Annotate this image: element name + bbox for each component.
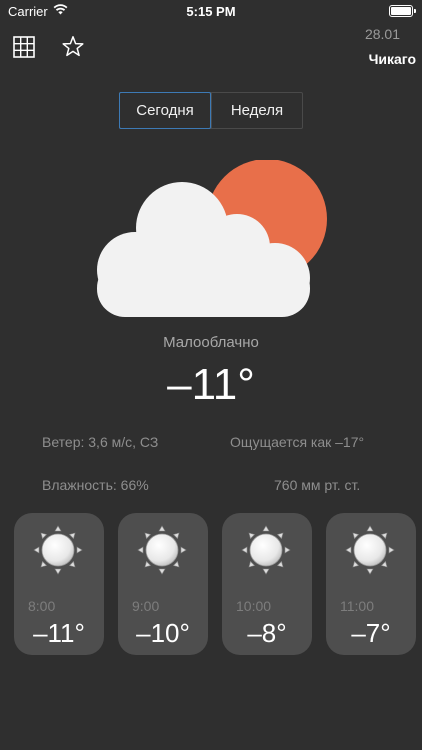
hourly-time: 10:00 [236, 598, 272, 614]
hourly-card[interactable]: 8:00 –11° [14, 513, 104, 655]
pressure-info: 760 мм рт. ст. [274, 477, 361, 493]
hourly-card[interactable]: 11:00 –7° [326, 513, 416, 655]
clock: 5:15 PM [186, 4, 236, 19]
hourly-card[interactable]: 9:00 –10° [118, 513, 208, 655]
hourly-time: 9:00 [132, 598, 160, 614]
battery-icon [389, 5, 416, 17]
tab-today[interactable]: Сегодня [119, 92, 211, 129]
partly-cloudy-icon [97, 160, 327, 317]
condition-text: Малооблачно [163, 334, 259, 351]
sun-icon [241, 525, 291, 575]
sun-icon [137, 525, 187, 575]
humidity-info: Влажность: 66% [42, 477, 149, 493]
period-segmented-control: Сегодня Неделя [119, 92, 303, 129]
star-icon[interactable] [61, 35, 85, 59]
date-label: 28.01 [364, 26, 400, 42]
hourly-time: 8:00 [28, 598, 56, 614]
hourly-card[interactable]: 10:00 –8° [222, 513, 312, 655]
grid-icon[interactable] [13, 36, 35, 58]
hourly-temperature: –7° [351, 618, 391, 648]
hourly-temperature: –11° [33, 618, 85, 648]
current-temperature: –11° [167, 360, 255, 409]
hourly-temperature: –8° [247, 618, 287, 648]
hourly-time: 11:00 [340, 598, 374, 614]
hourly-forecast: 8:00 –11° 9:00 –10° 10:00 –8° 11:00 –7° [14, 513, 416, 655]
city-name[interactable]: Чикаго [369, 51, 416, 67]
hourly-temperature: –10° [136, 618, 190, 648]
sun-icon [345, 525, 395, 575]
status-bar: Carrier 5:15 PM [0, 0, 422, 22]
tab-week[interactable]: Неделя [211, 93, 302, 128]
weather-app: Carrier 5:15 PM 28.01 Чикаго Сегодня Нед… [0, 0, 422, 750]
sun-icon [33, 525, 83, 575]
feels-like-info: Ощущается как –17° [230, 434, 365, 450]
wind-info: Ветер: 3,6 м/с, СЗ [42, 434, 159, 450]
